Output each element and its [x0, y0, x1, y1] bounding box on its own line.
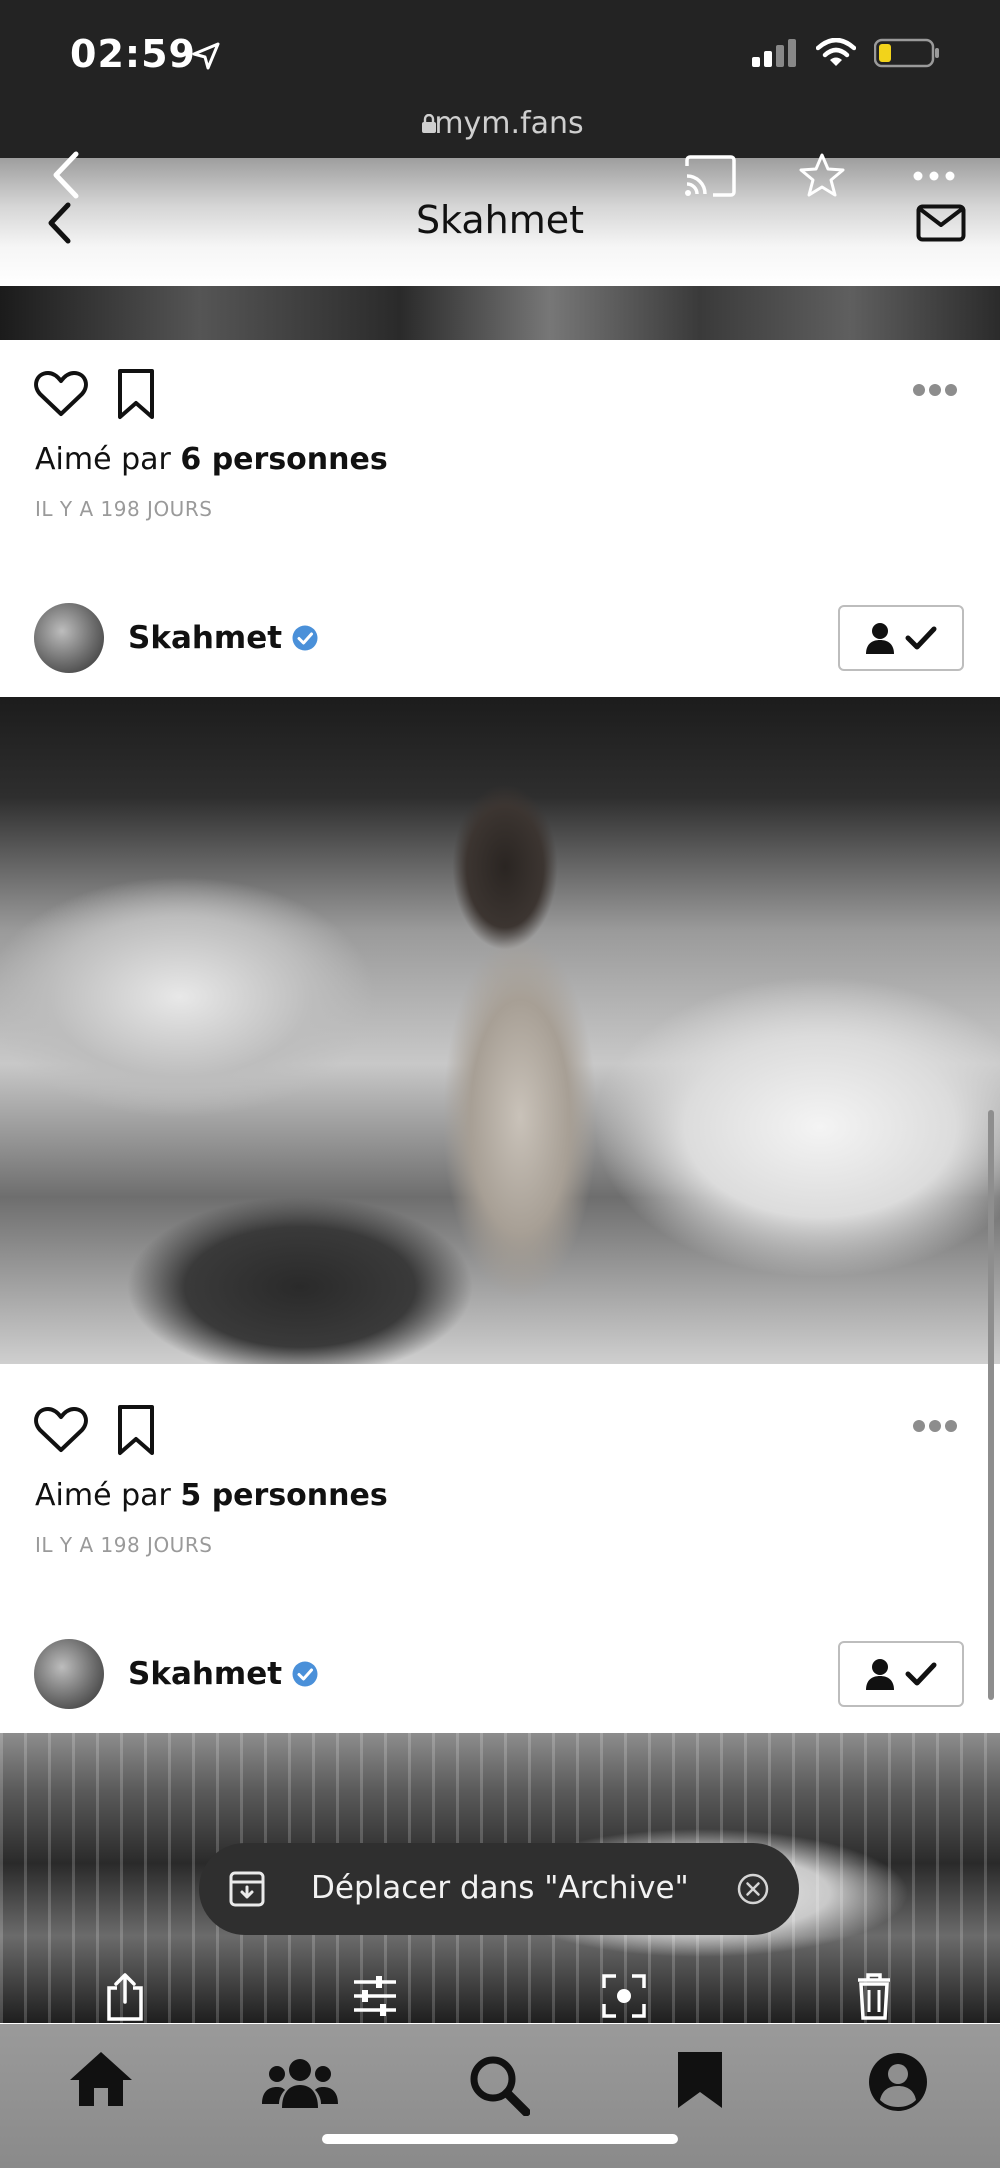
scan-text-icon[interactable]: [602, 1974, 646, 2018]
url-display[interactable]: mym.fans: [0, 106, 1000, 141]
browser-back-icon[interactable]: [50, 150, 82, 200]
like-heart-icon[interactable]: [34, 370, 88, 418]
toast-message: Déplacer dans "Archive": [311, 1870, 689, 1906]
cast-icon[interactable]: [683, 154, 737, 198]
user-icon: [866, 1659, 894, 1690]
post-actions: [34, 368, 156, 420]
favorite-star-icon[interactable]: [798, 152, 846, 198]
post-date: IL Y A 198 JOURS: [35, 1533, 213, 1557]
likes-prefix: Aimé par: [35, 1478, 171, 1513]
subscribed-button[interactable]: [838, 1641, 964, 1707]
checkmark-icon: [905, 626, 937, 650]
messages-envelope-icon[interactable]: [916, 204, 966, 242]
likes-number: 6 personnes: [180, 442, 388, 477]
status-bar: 02:59 mym.fans: [0, 0, 1000, 158]
post-author[interactable]: Skahmet: [34, 603, 318, 673]
scrollbar[interactable]: [988, 1110, 994, 1700]
save-bookmark-icon[interactable]: [116, 1404, 156, 1456]
like-heart-icon[interactable]: [34, 1406, 88, 1454]
post-actions: [34, 1404, 156, 1456]
people-icon[interactable]: [262, 2058, 338, 2108]
signal-icon: [752, 39, 796, 67]
page-title: Skahmet: [415, 198, 585, 242]
browser-menu-icon[interactable]: [912, 170, 956, 182]
avatar[interactable]: [34, 603, 104, 673]
post-image[interactable]: [0, 286, 1000, 340]
author-name[interactable]: Skahmet: [128, 1656, 282, 1692]
verified-badge-icon: [292, 625, 318, 651]
likes-count[interactable]: Aimé par 6 personnes: [35, 442, 388, 477]
account-icon[interactable]: [868, 2052, 928, 2112]
home-icon[interactable]: [68, 2050, 134, 2108]
likes-number: 5 personnes: [180, 1478, 388, 1513]
tab-bar: [0, 2024, 1000, 2168]
archive-toast[interactable]: Déplacer dans "Archive": [199, 1843, 799, 1935]
post-date: IL Y A 198 JOURS: [35, 497, 213, 521]
share-icon[interactable]: [104, 1972, 146, 2022]
save-bookmark-icon[interactable]: [116, 368, 156, 420]
post-author[interactable]: Skahmet: [34, 1639, 318, 1709]
likes-count[interactable]: Aimé par 5 personnes: [35, 1478, 388, 1513]
search-icon[interactable]: [468, 2054, 530, 2116]
verified-badge-icon: [292, 1661, 318, 1687]
checkmark-icon: [905, 1662, 937, 1686]
close-icon[interactable]: [737, 1873, 769, 1905]
subscribed-button[interactable]: [838, 605, 964, 671]
bookmark-icon[interactable]: [676, 2050, 724, 2110]
avatar[interactable]: [34, 1639, 104, 1709]
adjust-sliders-icon[interactable]: [352, 1974, 398, 2018]
photo-edit-toolbar: [0, 1973, 1000, 2024]
post-options-icon[interactable]: [912, 1419, 958, 1433]
likes-prefix: Aimé par: [35, 442, 171, 477]
home-indicator[interactable]: [322, 2134, 678, 2144]
post-image[interactable]: [0, 697, 1000, 1364]
archive-box-icon: [229, 1871, 265, 1907]
location-arrow-icon: [192, 42, 220, 70]
post-options-icon[interactable]: [912, 383, 958, 397]
author-name[interactable]: Skahmet: [128, 620, 282, 656]
battery-icon: [874, 38, 939, 68]
trash-icon[interactable]: [856, 1972, 892, 2020]
wifi-icon: [816, 38, 856, 66]
user-icon: [866, 623, 894, 654]
clock: 02:59: [70, 32, 196, 76]
